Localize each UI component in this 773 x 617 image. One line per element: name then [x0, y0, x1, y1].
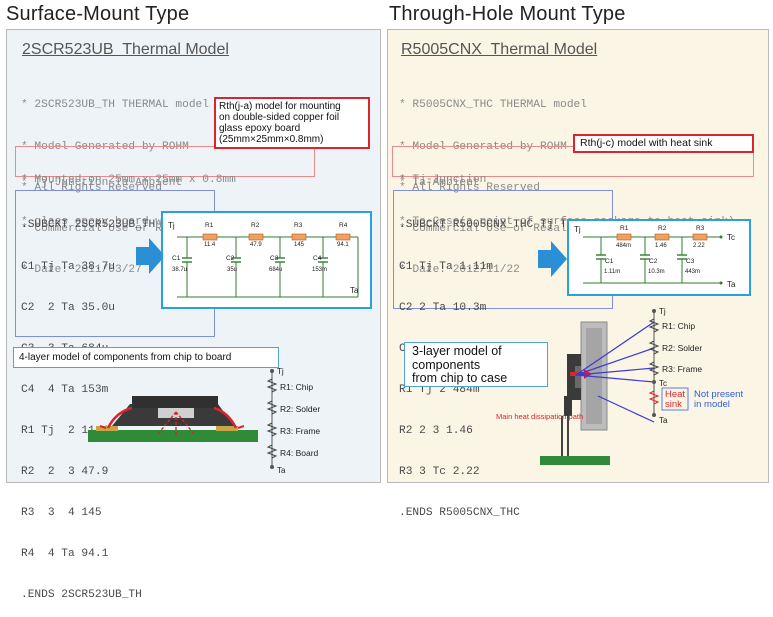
ladder-tc: Tc: [659, 379, 667, 388]
right-ta-line: * Ta-Ambient: [399, 177, 480, 189]
callout-text: Rth(j-c) model with heat sink: [580, 137, 713, 149]
heat-sink-label: sink: [665, 399, 682, 410]
heat-path-label: Main heat dissipation path: [496, 412, 584, 421]
ladder-item: R2: Solder: [662, 343, 702, 353]
left-ladder: Tj R1: Chip R2: Solder R3: Frame R4: Boa…: [266, 367, 320, 475]
ladder-item: R4: Board: [280, 448, 319, 458]
resistor-value: 484m: [616, 243, 631, 249]
circuit-node-ta: Ta: [727, 280, 736, 289]
ladder-top: Tj: [659, 307, 666, 316]
circuit-node-tc: Tc: [727, 233, 735, 242]
resistor-label: R2: [251, 222, 260, 229]
capacitor-label: C3: [686, 258, 695, 265]
resistor-label: R1: [620, 225, 629, 232]
resistor-label: R2: [658, 225, 667, 232]
pcb-board: [88, 430, 258, 442]
ladder-bottom: Ta: [659, 416, 668, 425]
netlist-line: .ENDS R5005CNX_THC: [399, 507, 520, 520]
resistor-label: R3: [696, 225, 705, 232]
right-ladder: Tj R1: Chip R2: Solder R3: Frame Tc Heat…: [648, 307, 743, 425]
pcb-board: [540, 456, 610, 465]
netlist-line: R3 3 4 145: [21, 507, 102, 520]
capacitor-value: 38.7u: [172, 267, 187, 273]
right-callout: Rth(j-c) model with heat sink: [573, 134, 754, 153]
callout-line: (25mm×25mm×0.8mm): [219, 134, 324, 145]
resistor-r2: R2 1.46: [654, 225, 670, 249]
ladder-item: R3: Frame: [280, 426, 320, 436]
circuit-node-tj: Tj: [168, 221, 175, 230]
resistor-r1: R1 11.4: [202, 222, 218, 248]
resistor-label: R4: [339, 222, 348, 229]
capacitor-value: 10.3m: [648, 269, 665, 275]
netlist-line: .SUBCKT R5005CNX_THC Tj Tc Ta: [399, 219, 594, 232]
resistor-label: R1: [205, 222, 214, 229]
circuit-node-tj: Tj: [574, 225, 581, 234]
capacitor-c1: C1 38.7u: [172, 237, 192, 297]
resistor-value: 1.46: [655, 243, 667, 249]
capacitor-label: C1: [605, 258, 614, 265]
capacitor-c4: C4 153m: [312, 237, 328, 297]
resistor-r1: R1 484m: [616, 225, 632, 249]
capacitor-label: C4: [313, 255, 322, 262]
capacitor-value: 35u: [227, 267, 237, 273]
capacitor-label: C2: [226, 255, 235, 262]
callout-line: glass epoxy board: [219, 123, 301, 134]
resistor-value: 145: [294, 242, 305, 248]
resistor-value: 47.9: [250, 242, 262, 248]
left-model-title: 2SCR523UB Thermal Model: [22, 41, 229, 58]
left-circuit: Tj Ta R1 11.4 R2 47.9 R3 145 R4 94.1 C1 …: [168, 221, 359, 298]
callout-line: Rth(j-a) model for mounting: [219, 101, 341, 112]
netlist-line: R4 4 Ta 94.1: [21, 548, 109, 561]
capacitor-value: 443m: [685, 269, 700, 275]
right-circuit: Tj Tc Ta R1 484m R2 1.46 R3 2.22 C1 1.11…: [574, 225, 736, 289]
netlist-line: .ENDS 2SCR523UB_TH: [21, 589, 142, 602]
left-heading: Surface-Mount Type: [6, 3, 190, 25]
capacitor-c2: C2 35u: [226, 237, 241, 297]
capacitor-label: C3: [270, 255, 279, 262]
capacitor-label: C1: [172, 255, 181, 262]
code-line: * 2SCR523UB_TH THERMAL model: [21, 99, 209, 112]
ladder-item: R3: Frame: [662, 364, 702, 374]
ladder-item: R1: Chip: [280, 382, 313, 392]
not-present-label: in model: [694, 399, 730, 410]
right-blue-arrow: [538, 241, 567, 277]
right-layer-label: 3-layer model of components from chip to…: [404, 342, 548, 387]
layer-label-line: from chip to case: [412, 371, 508, 385]
right-heading: Through-Hole Mount Type: [389, 3, 626, 25]
left-layer-label: 4-layer model of components from chip to…: [13, 347, 279, 368]
netlist-line: C2 2 Ta 10.3m: [399, 301, 487, 314]
capacitor-label: C2: [649, 258, 658, 265]
left-callout: Rth(j-a) model for mounting on double-si…: [214, 97, 370, 149]
resistor-r3: R3 145: [291, 222, 307, 248]
ladder-bottom: Ta: [277, 466, 286, 475]
callout-line: on double-sided copper foil: [219, 112, 340, 123]
resistor-r3: R3 2.22: [692, 225, 708, 249]
resistor-r2: R2 47.9: [248, 222, 264, 248]
left-tj-line: * Tj-Junction Ta-Ambient: [21, 177, 183, 189]
ladder-item: R2: Solder: [280, 404, 320, 414]
capacitor-c3: C3 684u: [269, 237, 285, 297]
resistor-value: 94.1: [337, 242, 349, 248]
capacitor-value: 684u: [269, 267, 282, 273]
netlist-line: R2 2 3 47.9: [21, 466, 109, 479]
ladder-item: R1: Chip: [662, 321, 695, 331]
layer-label-text: 4-layer model of components from chip to…: [19, 352, 232, 363]
code-line: * R5005CNX_THC THERMAL model: [399, 99, 587, 112]
layer-label-line: 3-layer model of: [412, 344, 502, 358]
capacitor-value: 153m: [312, 267, 327, 273]
resistor-r4: R4 94.1: [335, 222, 351, 248]
resistor-value: 2.22: [693, 243, 705, 249]
resistor-value: 11.4: [204, 242, 216, 248]
capacitor-value: 1.11m: [604, 269, 620, 275]
smd-package-illustration: [88, 396, 258, 442]
ladder-top: Tj: [277, 367, 284, 376]
right-model-title: R5005CNX Thermal Model: [401, 41, 598, 58]
layer-label-line: components: [412, 357, 481, 372]
circuit-node-ta: Ta: [350, 286, 359, 295]
resistor-label: R3: [294, 222, 303, 229]
